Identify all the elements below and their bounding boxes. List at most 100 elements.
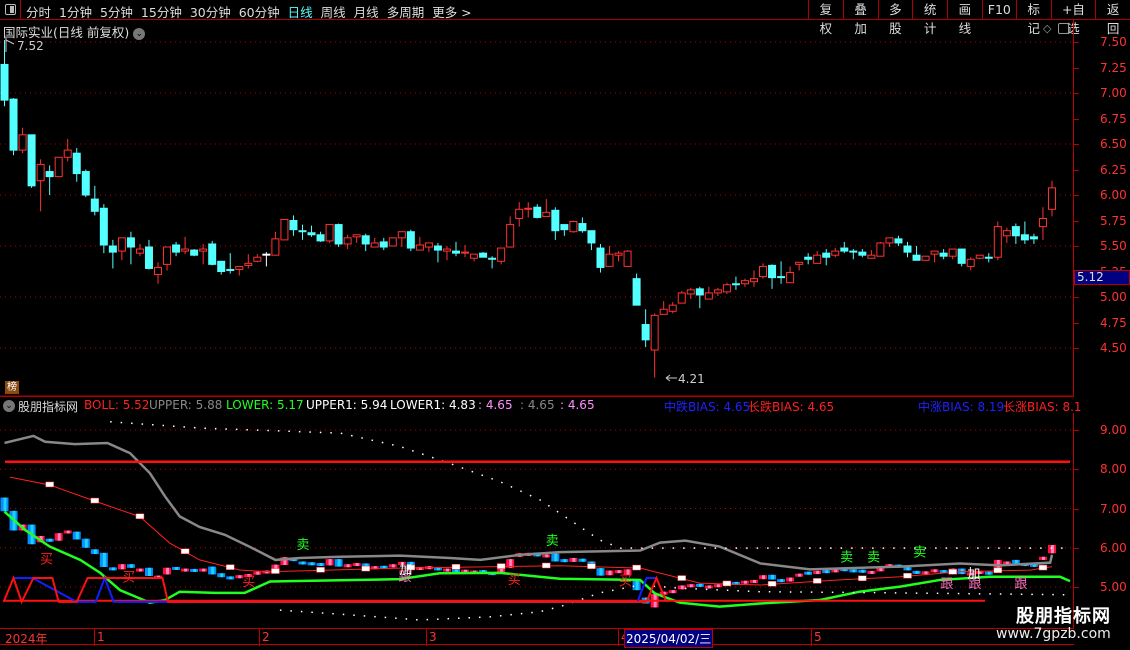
candle <box>99 204 108 254</box>
indicator-name[interactable]: 股朋指标网 <box>18 398 78 415</box>
boll-marker <box>45 481 54 488</box>
indicator-block <box>199 568 208 572</box>
indicator-block <box>668 590 677 594</box>
indicator-block <box>1011 559 1020 564</box>
indicator-block <box>442 568 451 572</box>
block-stripe <box>111 567 115 571</box>
candle-body <box>939 252 948 257</box>
block-stripe <box>346 564 350 568</box>
candle-body <box>352 234 361 238</box>
candle <box>253 254 262 263</box>
candle-body <box>786 272 795 284</box>
axis-tick <box>1074 169 1079 171</box>
indicator-block <box>813 570 822 575</box>
block-stripe <box>906 567 910 571</box>
signal-label: 加 <box>967 567 980 582</box>
toolbar-button-8[interactable]: 返回 <box>1095 0 1130 36</box>
signal-label: 卖 <box>913 545 926 560</box>
candle <box>984 253 993 263</box>
indicator-block <box>542 554 551 558</box>
block-stripe <box>1041 556 1045 560</box>
boll-marker <box>722 580 732 587</box>
candle <box>623 250 632 267</box>
axis-tick <box>1074 547 1079 549</box>
candle <box>235 265 244 276</box>
candle-body <box>605 253 614 267</box>
candle <box>163 246 172 271</box>
candle <box>777 261 786 284</box>
candle-body <box>298 230 307 233</box>
candle-body <box>813 254 822 264</box>
block-stripe <box>861 569 865 573</box>
candle-body <box>686 289 695 295</box>
indicator-block <box>1038 556 1047 560</box>
indicator-value: BOLL: 5.52 <box>84 398 150 412</box>
candle-body <box>154 266 163 276</box>
candle-body <box>217 260 226 272</box>
candle-body <box>442 248 451 252</box>
candle <box>27 134 36 188</box>
candle-body <box>343 237 352 245</box>
candle-body <box>172 244 181 253</box>
candle <box>722 282 731 294</box>
boll-marker <box>1038 564 1048 571</box>
block-stripe <box>581 558 585 562</box>
indicator-block <box>81 538 90 548</box>
axis-tick <box>1074 587 1079 588</box>
candle-body <box>334 224 343 245</box>
candle-body <box>713 289 722 294</box>
signal-label: 加 <box>399 563 412 578</box>
candle-body <box>768 264 777 279</box>
price-axis-label: 5.00 <box>1100 290 1127 304</box>
upper1-dots <box>110 421 1071 549</box>
candle <box>912 246 921 261</box>
candle <box>488 256 497 269</box>
block-stripe <box>780 579 784 583</box>
chart-canvas[interactable]: 7.524.21买买买买买卖 卖卖卖卖跟跟跟跟加加 <box>0 0 1073 628</box>
bias-value: 中跌BIAS: 4.65 <box>664 400 751 414</box>
candle <box>768 264 777 289</box>
signal-label: 买 <box>242 575 255 590</box>
candle-body <box>623 250 632 267</box>
candle <box>795 261 804 271</box>
candle-body <box>117 237 126 252</box>
boll-marker <box>135 513 145 519</box>
block-stripe <box>147 567 151 577</box>
candle-body <box>921 255 930 261</box>
indicator-block <box>388 564 397 568</box>
candle <box>289 215 298 236</box>
indicator-axis-label: 6.00 <box>1100 540 1127 555</box>
block-stripe <box>689 584 693 588</box>
price-axis-label: 7.25 <box>1100 60 1127 75</box>
candle <box>822 249 831 266</box>
candle <box>1011 223 1020 244</box>
indicator-block <box>867 570 876 574</box>
candle <box>325 224 334 243</box>
candle-body <box>975 254 984 259</box>
candle-body <box>704 292 713 300</box>
indicator-menu-icon[interactable]: ⌄ <box>3 400 15 412</box>
block-stripe <box>554 553 558 562</box>
candle-body <box>740 280 749 285</box>
indicator-block <box>144 567 153 577</box>
candle-body <box>63 149 72 158</box>
indicator-value: LOWER: 5.17 <box>226 398 304 412</box>
block-stripe <box>319 563 323 567</box>
block-stripe <box>193 568 197 572</box>
candle-body <box>370 242 379 248</box>
candle-body <box>181 248 190 252</box>
candle <box>1038 207 1047 240</box>
block-stripe <box>572 557 576 562</box>
signal-label: 卖 <box>546 534 559 549</box>
price-axis-label: 6.25 <box>1100 162 1127 177</box>
boll-marker <box>858 575 867 582</box>
candle-body <box>163 246 172 265</box>
signal-label: 买 <box>619 574 632 589</box>
candle <box>1002 227 1011 243</box>
candle <box>921 255 930 261</box>
axis-tick <box>1074 93 1079 94</box>
rank-badge[interactable]: 榜 <box>5 381 19 394</box>
date-axis: 2024年123452025/04/02/三 <box>0 628 1074 648</box>
indicator-block <box>217 573 226 578</box>
candle-body <box>461 251 470 254</box>
